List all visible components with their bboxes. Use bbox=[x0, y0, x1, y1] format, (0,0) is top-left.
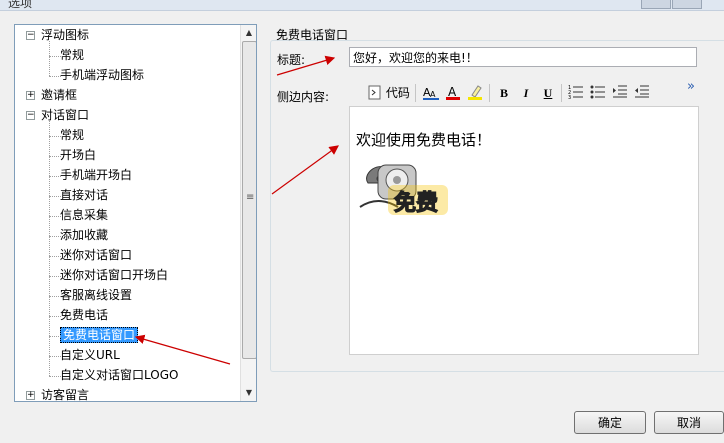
annotation-arrow bbox=[276, 55, 336, 76]
annotation-arrow bbox=[271, 145, 339, 195]
annotation-arrow bbox=[134, 334, 231, 365]
annotation-arrows bbox=[134, 55, 339, 365]
